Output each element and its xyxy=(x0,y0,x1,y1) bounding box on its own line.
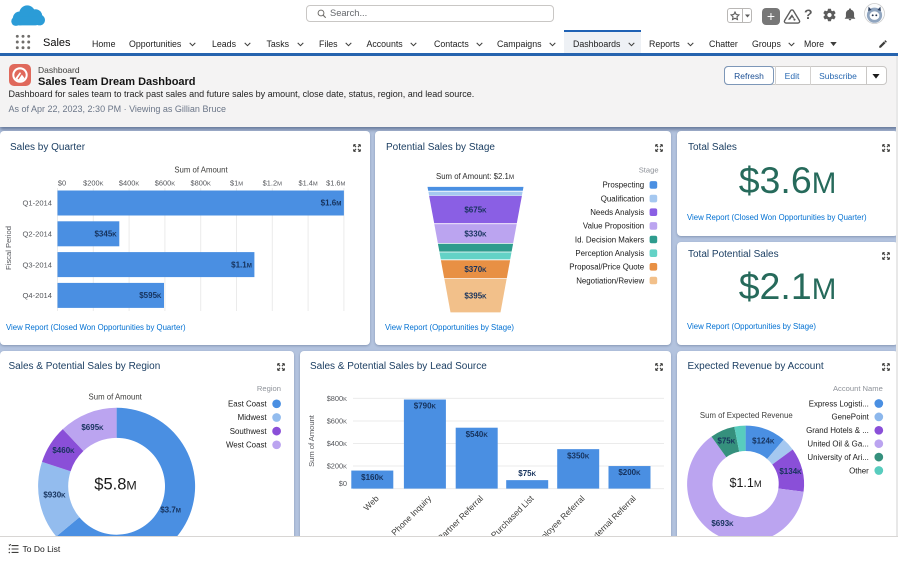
svg-text:$460K: $460K xyxy=(52,446,75,455)
svg-text:East Coast: East Coast xyxy=(228,400,267,409)
svg-text:$3.7M: $3.7M xyxy=(160,506,181,515)
svg-text:$0: $0 xyxy=(338,479,346,488)
svg-text:Purchased List: Purchased List xyxy=(488,493,535,540)
svg-text:$400K: $400K xyxy=(119,179,139,188)
svg-text:$675K: $675K xyxy=(464,205,487,214)
svg-text:Qualification: Qualification xyxy=(600,194,643,203)
svg-text:Q1-2014: Q1-2014 xyxy=(22,199,52,208)
svg-text:Value Proposition: Value Proposition xyxy=(582,222,643,231)
svg-text:Stage: Stage xyxy=(638,166,658,175)
svg-text:$1.1M: $1.1M xyxy=(730,476,762,490)
svg-text:$930K: $930K xyxy=(43,490,66,499)
svg-text:Sum of Amount: Sum of Amount xyxy=(307,414,316,467)
svg-text:$800K: $800K xyxy=(191,179,211,188)
svg-text:Needs Analysis: Needs Analysis xyxy=(590,208,644,217)
svg-text:$160K: $160K xyxy=(361,473,384,482)
svg-text:$395K: $395K xyxy=(464,292,487,301)
svg-text:$595K: $595K xyxy=(139,291,162,300)
svg-text:Web: Web xyxy=(361,493,380,512)
svg-text:University of Ari...: University of Ari... xyxy=(807,453,868,462)
svg-text:Grand Hotels & ...: Grand Hotels & ... xyxy=(806,426,869,435)
svg-text:Sum of Amount: Sum of Amount xyxy=(174,166,228,175)
svg-text:$1.2M: $1.2M xyxy=(263,179,282,188)
svg-text:$200K: $200K xyxy=(83,179,103,188)
svg-text:$1.1M: $1.1M xyxy=(231,260,252,269)
svg-text:$75K: $75K xyxy=(717,437,735,446)
svg-text:$330K: $330K xyxy=(464,229,487,238)
svg-text:$1.6M: $1.6M xyxy=(321,199,342,208)
svg-text:$695K: $695K xyxy=(81,423,104,432)
svg-text:Q2-2014: Q2-2014 xyxy=(22,230,52,239)
svg-text:$200K: $200K xyxy=(326,462,346,471)
svg-text:Region: Region xyxy=(257,384,281,393)
svg-text:$134K: $134K xyxy=(779,467,802,476)
svg-text:$600K: $600K xyxy=(155,179,175,188)
svg-text:$600K: $600K xyxy=(326,417,346,426)
svg-text:$800K: $800K xyxy=(326,394,346,403)
svg-text:$540K: $540K xyxy=(465,430,488,439)
svg-text:$693K: $693K xyxy=(711,519,734,528)
svg-text:$1.6M: $1.6M xyxy=(326,179,345,188)
svg-text:Negotiation/Review: Negotiation/Review xyxy=(576,276,644,285)
svg-text:$345K: $345K xyxy=(94,230,117,239)
svg-text:Southwest: Southwest xyxy=(230,427,268,436)
svg-text:$790K: $790K xyxy=(413,402,436,411)
svg-text:Sum of Amount: $2.1M: Sum of Amount: $2.1M xyxy=(436,172,514,181)
svg-text:$1.4M: $1.4M xyxy=(298,179,317,188)
svg-text:$400K: $400K xyxy=(326,439,346,448)
svg-text:Midwest: Midwest xyxy=(238,413,268,422)
svg-text:$124K: $124K xyxy=(752,437,775,446)
svg-text:$350K: $350K xyxy=(567,451,590,460)
svg-text:Account Name: Account Name xyxy=(833,384,883,393)
svg-text:GenePoint: GenePoint xyxy=(832,413,870,422)
svg-text:Sum of Expected Revenue: Sum of Expected Revenue xyxy=(700,411,793,420)
svg-text:$0: $0 xyxy=(58,179,66,188)
svg-text:United Oil & Ga...: United Oil & Ga... xyxy=(807,440,868,449)
svg-text:Phone Inquiry: Phone Inquiry xyxy=(389,493,434,538)
svg-text:Fiscal Period: Fiscal Period xyxy=(4,226,13,270)
svg-text:West Coast: West Coast xyxy=(226,441,267,450)
svg-text:Express Logisti...: Express Logisti... xyxy=(809,399,869,408)
svg-text:Id. Decision Makers: Id. Decision Makers xyxy=(574,235,643,244)
svg-text:Other: Other xyxy=(849,466,869,475)
svg-text:Sum of Amount: Sum of Amount xyxy=(89,393,143,402)
svg-text:Q3-2014: Q3-2014 xyxy=(22,260,52,269)
svg-text:Prospecting: Prospecting xyxy=(602,181,644,190)
svg-text:$5.8M: $5.8M xyxy=(94,476,136,494)
svg-text:Proposal/Price Quote: Proposal/Price Quote xyxy=(569,263,645,272)
svg-text:Q4-2014: Q4-2014 xyxy=(22,291,52,300)
svg-text:$75K: $75K xyxy=(518,469,536,478)
svg-text:$1M: $1M xyxy=(230,179,243,188)
svg-text:$370K: $370K xyxy=(464,265,487,274)
svg-text:$200K: $200K xyxy=(618,468,641,477)
svg-text:Perception Analysis: Perception Analysis xyxy=(575,249,644,258)
